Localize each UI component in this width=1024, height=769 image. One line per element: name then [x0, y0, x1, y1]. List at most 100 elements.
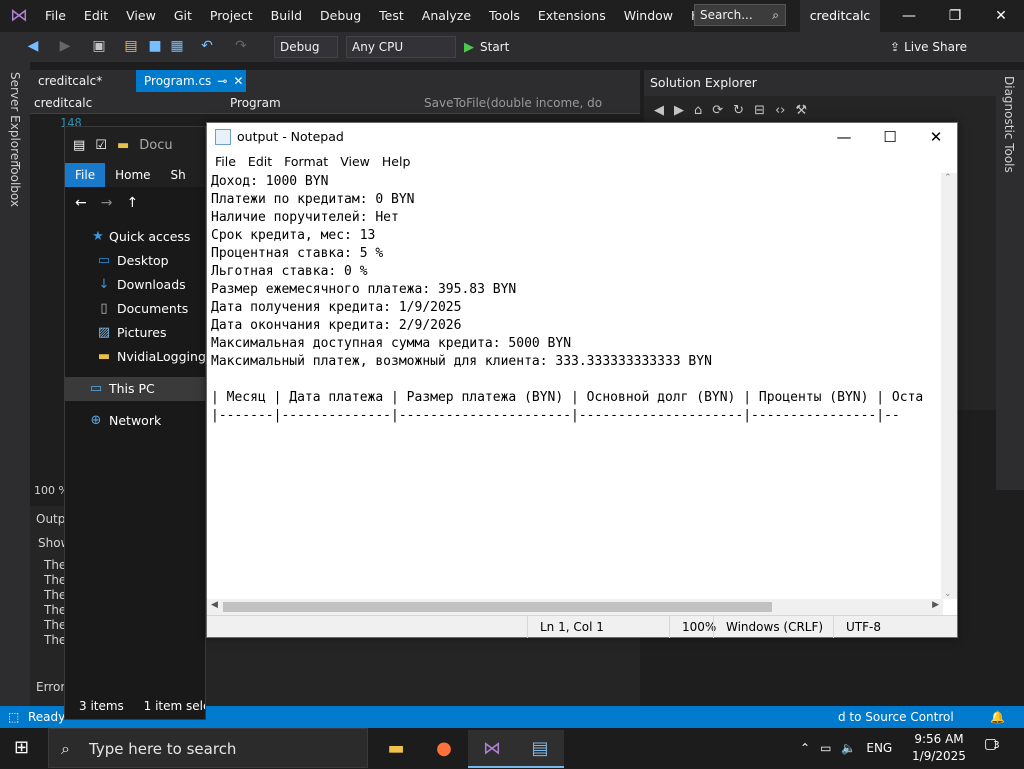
new-project-icon[interactable]: ▣	[90, 37, 108, 55]
file-explorer-taskbar-icon[interactable]: ▬	[372, 730, 420, 768]
notepad-menu-format[interactable]: Format	[278, 151, 334, 173]
nav-nvidialogging[interactable]: ▬ NvidiaLogging	[65, 345, 206, 369]
vs-menu-tools[interactable]: Tools	[480, 0, 529, 32]
project-select[interactable]: creditcalc	[30, 92, 226, 114]
taskbar-search-box[interactable]: ⌕ Type here to search	[48, 728, 368, 768]
refresh-icon[interactable]: ↻	[733, 103, 744, 118]
source-control-button[interactable]: d to Source Control	[838, 706, 954, 728]
error-list-tab[interactable]: Error	[36, 680, 65, 694]
nav-pictures[interactable]: ▨ Pictures	[65, 321, 205, 345]
forward-arrow-icon[interactable]: →	[101, 195, 113, 211]
scroll-up-icon[interactable]: ⌃	[944, 173, 952, 183]
firefox-taskbar-icon[interactable]: ●	[420, 730, 468, 768]
nav-quick-access[interactable]: ★ Quick access	[65, 225, 205, 249]
vs-menu-file[interactable]: File	[36, 0, 75, 32]
clock[interactable]: 9:56 AM 1/9/2025	[908, 731, 970, 765]
visual-studio-logo-icon: ⋈	[10, 5, 28, 26]
forward-icon[interactable]: ▶	[56, 37, 74, 55]
open-folder-icon[interactable]: ▤	[122, 37, 140, 55]
chevron-up-icon[interactable]: ⌃	[800, 741, 810, 755]
home-icon[interactable]: ⌂	[694, 103, 702, 118]
vs-search-box[interactable]: Search... ⌕	[694, 4, 786, 26]
notepad-horizontal-scrollbar[interactable]: ◀ ▶	[207, 599, 943, 615]
wrench-icon[interactable]: ⚒	[795, 103, 807, 118]
minimize-icon[interactable]: —	[886, 0, 932, 32]
vs-menu-git[interactable]: Git	[165, 0, 201, 32]
notification-center-icon[interactable]: ▢3	[984, 736, 1010, 760]
horizontal-scroll-thumb[interactable]	[223, 602, 772, 612]
vs-menu-test[interactable]: Test	[370, 0, 413, 32]
undo-icon[interactable]: ↶	[198, 37, 216, 55]
language-indicator[interactable]: ENG	[866, 741, 892, 755]
visual-studio-taskbar-icon[interactable]: ⋈	[468, 730, 516, 768]
notepad-menu-help[interactable]: Help	[376, 151, 417, 173]
platform-select[interactable]: Any CPU	[346, 36, 456, 58]
toolbox-tab[interactable]: Toolbox	[8, 162, 22, 207]
tab-creditcalc[interactable]: creditcalc*	[30, 70, 136, 92]
sync-icon[interactable]: ⟳	[712, 103, 723, 118]
taskbar-search-placeholder: Type here to search	[89, 740, 237, 758]
live-share-button[interactable]: ⇪ Live Share	[890, 36, 967, 58]
redo-icon[interactable]: ↷	[232, 37, 250, 55]
vs-menu-project[interactable]: Project	[201, 0, 262, 32]
member-select[interactable]: SaveToFile(double income, do	[420, 92, 620, 114]
save-all-icon[interactable]: ▦	[168, 37, 186, 55]
ribbon-tab-share[interactable]: Sh	[161, 163, 196, 187]
network-icon[interactable]: ▭	[820, 741, 831, 755]
vs-toolbar: ◀ ▶ ▣ ▤ ■ ▦ ↶ ↷	[0, 32, 1024, 62]
windows-start-icon[interactable]: ⊞	[14, 738, 34, 758]
forward-icon[interactable]: ▶	[674, 103, 684, 118]
back-icon[interactable]: ◀	[654, 103, 664, 118]
vs-menu-analyze[interactable]: Analyze	[413, 0, 480, 32]
maximize-icon[interactable]: ☐	[867, 123, 913, 151]
scroll-down-icon[interactable]: ⌄	[944, 589, 952, 599]
close-tab-icon[interactable]: ✕	[233, 74, 243, 88]
vs-menu-edit[interactable]: Edit	[75, 0, 117, 32]
nav-network[interactable]: ⊕ Network	[65, 409, 205, 433]
vs-menu-build[interactable]: Build	[262, 0, 311, 32]
checkmark-icon[interactable]: ☑	[95, 138, 107, 153]
notification-bell-icon[interactable]: 🔔	[990, 706, 1008, 724]
vs-menu-window[interactable]: Window	[615, 0, 682, 32]
scroll-left-icon[interactable]: ◀	[211, 600, 218, 610]
nav-this-pc[interactable]: ▭ This PC	[65, 377, 205, 401]
code-icon[interactable]: ‹›	[775, 103, 785, 118]
class-select[interactable]: Program	[226, 92, 420, 114]
ribbon-tab-home[interactable]: Home	[105, 163, 160, 187]
nav-desktop[interactable]: ▭ Desktop	[65, 249, 205, 273]
minimize-icon[interactable]: —	[821, 123, 867, 151]
volume-icon[interactable]: 🔈	[841, 741, 856, 755]
text-line: Льготная ставка: 0 %	[211, 264, 368, 279]
config-select[interactable]: Debug	[274, 36, 338, 58]
notepad-text-area[interactable]: Доход: 1000 BYN Платежи по кредитам: 0 BY…	[207, 173, 943, 599]
close-icon[interactable]: ✕	[978, 0, 1024, 32]
maximize-icon[interactable]: ❐	[932, 0, 978, 32]
notepad-menu-file[interactable]: File	[209, 151, 242, 173]
close-icon[interactable]: ✕	[913, 123, 959, 151]
nav-downloads[interactable]: ↓ Downloads	[65, 273, 205, 297]
collapse-icon[interactable]: ⊟	[754, 103, 765, 118]
back-icon[interactable]: ◀	[24, 37, 42, 55]
vs-menu-view[interactable]: View	[117, 0, 165, 32]
vs-menu-debug[interactable]: Debug	[311, 0, 370, 32]
ribbon-tab-file[interactable]: File	[65, 163, 106, 187]
save-icon[interactable]: ■	[146, 37, 164, 55]
folder-icon[interactable]: ▬	[117, 138, 129, 153]
properties-icon[interactable]: ▤	[73, 138, 85, 153]
notepad-vertical-scrollbar[interactable]: ⌃ ⌄	[941, 173, 957, 599]
start-button[interactable]: ▶ Start	[464, 36, 509, 58]
notepad-taskbar-icon[interactable]: ▤	[516, 730, 564, 768]
pin-icon[interactable]: ⊸	[217, 74, 227, 88]
scroll-right-icon[interactable]: ▶	[932, 600, 939, 610]
notepad-menu-view[interactable]: View	[334, 151, 376, 173]
tab-program-cs[interactable]: Program.cs ⊸ ✕	[136, 70, 246, 92]
up-arrow-icon[interactable]: ↑	[126, 195, 138, 211]
diagnostic-tools-tab[interactable]: Diagnostic Tools	[1002, 76, 1016, 173]
back-arrow-icon[interactable]: ←	[75, 195, 87, 211]
explorer-path: Docu	[139, 137, 173, 153]
nav-documents[interactable]: ▯ Documents	[65, 297, 205, 321]
notepad-menu-edit[interactable]: Edit	[242, 151, 278, 173]
vs-menu-extensions[interactable]: Extensions	[529, 0, 615, 32]
search-icon: ⌕	[61, 739, 70, 758]
server-explorer-tab[interactable]: Server Explorer	[8, 72, 22, 165]
